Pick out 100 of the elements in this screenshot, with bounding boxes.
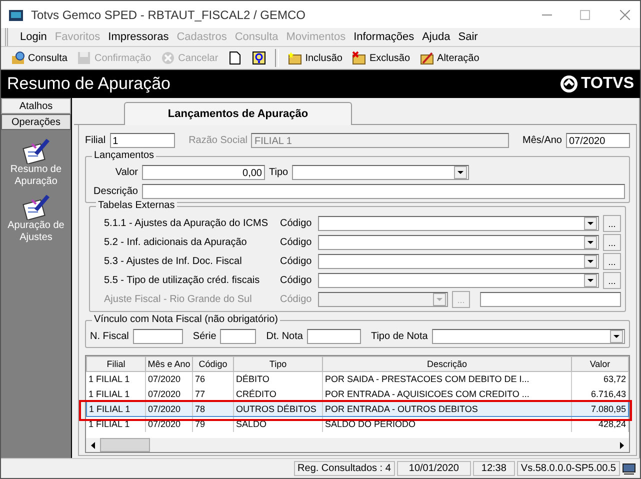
- tab[interactable]: Lançamentos de Apuração: [124, 102, 352, 125]
- edit-button[interactable]: Alteração: [416, 50, 484, 66]
- column-header[interactable]: Mês e Ano: [146, 356, 192, 372]
- status-text: Vs.58.0.0.0-SP5.00.5: [516, 461, 620, 476]
- column-header[interactable]: Filial: [86, 356, 146, 372]
- sidebar-tab[interactable]: Atalhos: [1, 98, 71, 114]
- menu-item[interactable]: Login: [20, 31, 47, 43]
- dropdown-field[interactable]: [318, 216, 599, 231]
- field-label: Razão Social: [188, 135, 248, 146]
- input-field[interactable]: [220, 329, 256, 344]
- browse-button[interactable]: ...: [603, 272, 621, 289]
- cancel-icon: [161, 51, 176, 65]
- field-label: 5.5 - Tipo de utilização créd. fiscais: [104, 275, 261, 286]
- dropdown-field[interactable]: [318, 235, 599, 250]
- table-cell: OUTROS DÉBITOS: [234, 402, 322, 416]
- menu-item[interactable]: Sair: [458, 31, 478, 43]
- group-title: Tabelas Externas: [96, 200, 177, 211]
- input-field[interactable]: [142, 184, 625, 199]
- field-label: Mês/Ano: [522, 135, 562, 146]
- input-field[interactable]: [306, 329, 361, 344]
- menu-item[interactable]: Impressoras: [108, 31, 169, 43]
- column-header[interactable]: Tipo: [234, 356, 322, 372]
- status-text: 12:38: [472, 461, 515, 476]
- table-cell: 78: [192, 402, 234, 416]
- table-cell: 79: [192, 416, 234, 432]
- field-label: Código: [280, 294, 313, 305]
- sidebar-tab[interactable]: Operações: [1, 114, 71, 130]
- save-icon: [77, 51, 92, 65]
- field-label: 5.3 - Ajustes de Inf. Doc. Fiscal: [104, 256, 243, 267]
- folder-cross-icon: [352, 51, 366, 65]
- table-cell: 76: [192, 372, 234, 386]
- field-label: N. Fiscal: [90, 331, 129, 342]
- shortcut-label[interactable]: Resumo de Apuração: [1, 164, 71, 188]
- input-field[interactable]: [480, 292, 621, 307]
- shortcut-label[interactable]: Apuração de Ajustes: [1, 220, 71, 244]
- browse-button[interactable]: ...: [603, 215, 621, 232]
- field-label: Dt. Nota: [266, 331, 303, 342]
- browse-button[interactable]: ...: [603, 234, 621, 251]
- column-header[interactable]: Código: [192, 356, 234, 372]
- field-label: Tipo: [269, 167, 288, 178]
- table-cell: SALDO DO PERIODO: [322, 416, 572, 432]
- group-title: Lançamentos: [92, 150, 156, 161]
- field-label: Código: [280, 237, 313, 248]
- table-row[interactable]: 1 FILIAL 1 07/2020 79 SALDO SALDO DO PERIODO 428,24: [86, 416, 628, 432]
- table-cell: 07/2020: [146, 372, 192, 386]
- dropdown-field[interactable]: [318, 254, 599, 269]
- scrollbar-thumb[interactable]: [100, 438, 150, 452]
- table-cell: DÉBITO: [234, 372, 322, 386]
- folder-pencil-icon: [420, 51, 434, 65]
- field-label: Ajuste Fiscal - Rio Grande do Sul: [104, 294, 253, 305]
- status-text: 10/01/2020: [396, 461, 471, 476]
- table-row[interactable]: 1 FILIAL 1 07/2020 76 DÉBITO POR SAIDA - PRESTACOES COM DEBITO DE I... 63,72: [86, 372, 628, 386]
- column-header[interactable]: Descrição: [322, 356, 572, 372]
- field-label: Descrição: [92, 186, 138, 197]
- field-label: 5.1.1 - Ajustes da Apuração do ICMS: [104, 218, 269, 229]
- delete-button[interactable]: Exclusão: [348, 50, 414, 66]
- table-cell: 07/2020: [146, 402, 192, 416]
- field-label: Valor: [114, 167, 138, 178]
- notepad-pen-icon: [22, 194, 50, 220]
- table-cell: 63,72: [572, 372, 628, 386]
- page-title: Resumo de Apuração: [7, 74, 170, 94]
- field-label: Tipo de Nota: [370, 331, 428, 342]
- menu-item[interactable]: Informações: [354, 31, 414, 43]
- close-icon: [620, 10, 630, 20]
- selected-row[interactable]: 1 FILIAL 1 07/2020 78 OUTROS DÉBITOS POR ENTRADA - OUTROS DEBITOS 7.080,95: [86, 402, 628, 416]
- group-title: Vínculo com Nota Fiscal (não obrigatório): [92, 314, 280, 325]
- horizontal-scrollbar[interactable]: [86, 438, 629, 452]
- document-icon: [228, 51, 242, 65]
- input-field[interactable]: 1: [110, 133, 175, 148]
- folder-star-icon: [288, 51, 302, 65]
- table-cell: 1 FILIAL 1: [86, 372, 146, 386]
- add-button[interactable]: Inclusão: [284, 50, 346, 66]
- dropdown-field[interactable]: [318, 273, 599, 288]
- browse-button[interactable]: ...: [603, 253, 621, 270]
- search-button[interactable]: Consulta: [7, 50, 72, 66]
- table-cell: 7.080,95: [572, 402, 628, 416]
- column-header[interactable]: Valor: [572, 356, 628, 372]
- table-cell: SALDO: [234, 416, 322, 432]
- field-label: Série: [192, 331, 216, 342]
- dropdown-field[interactable]: [292, 165, 470, 180]
- input-field[interactable]: 07/2020: [566, 133, 630, 148]
- status-text: Reg. Consultados : 4: [294, 461, 395, 476]
- field-label: 5.2 - Inf. adicionais da Apuração: [104, 237, 248, 248]
- search-icon: [11, 51, 25, 65]
- field-label: Código: [280, 275, 313, 286]
- notepad-pen-icon: [22, 138, 50, 164]
- window-title: Totvs Gemco SPED - RBTAUT_FISCAL2 / GEMCO: [31, 8, 306, 22]
- input-field[interactable]: [132, 329, 183, 344]
- table-cell: 1 FILIAL 1: [86, 402, 146, 416]
- input-field[interactable]: 0,00: [142, 165, 265, 180]
- field-label: Código: [280, 218, 313, 229]
- document-badge-icon: [252, 51, 266, 65]
- dropdown-field[interactable]: [432, 329, 625, 344]
- dropdown-field[interactable]: [318, 292, 448, 307]
- field-label: Filial: [85, 135, 106, 146]
- field-label: Código: [280, 256, 313, 267]
- menu-item[interactable]: Ajuda: [422, 31, 450, 43]
- app-icon: [9, 8, 23, 20]
- maximize-icon: [580, 10, 590, 20]
- table-cell: 1 FILIAL 1: [86, 416, 146, 432]
